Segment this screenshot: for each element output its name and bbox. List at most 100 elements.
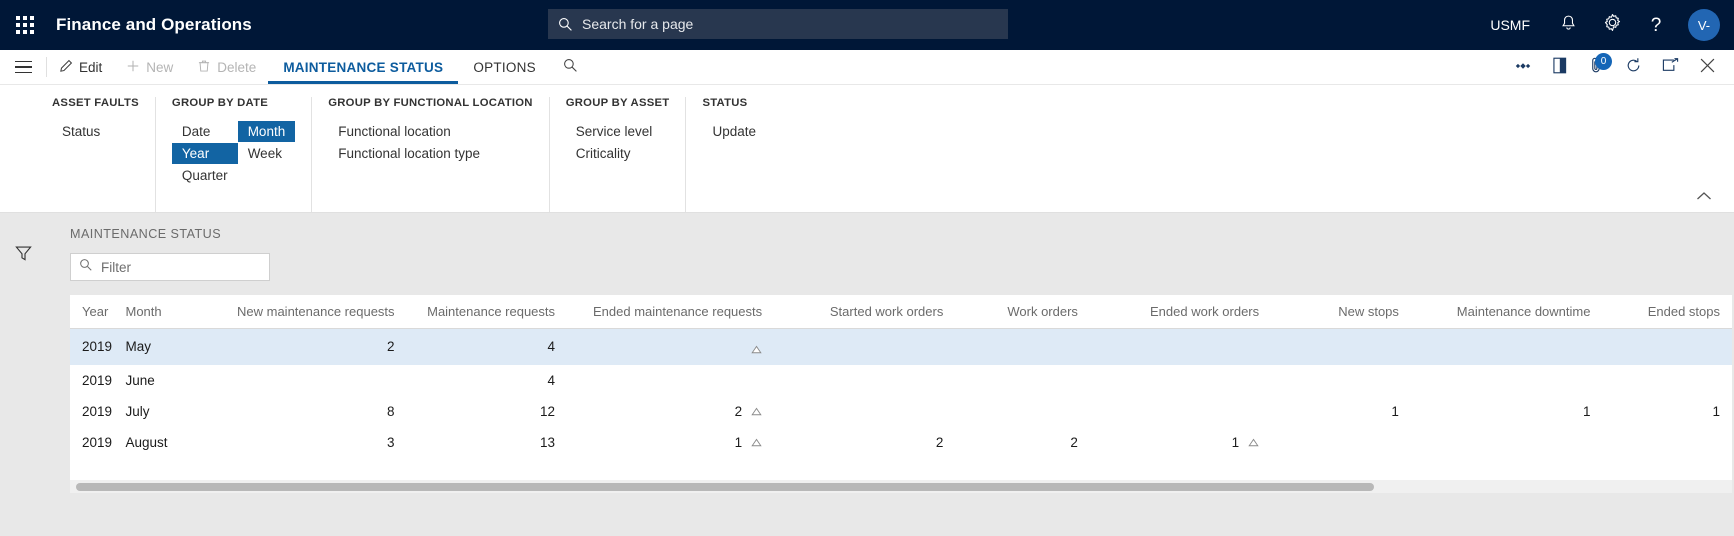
global-search-box[interactable]: Search for a page: [548, 9, 1008, 39]
cell-mr[interactable]: 4: [407, 365, 568, 396]
table-row[interactable]: 2019 August 3 13 1 2 2 1: [70, 427, 1732, 458]
column-header-new_mr[interactable]: New maintenance requests: [235, 295, 407, 329]
edit-button[interactable]: Edit: [47, 50, 114, 84]
help-button[interactable]: ?: [1634, 0, 1678, 50]
cell-month[interactable]: July: [113, 396, 235, 427]
action-pane-item-week[interactable]: Week: [238, 143, 296, 164]
column-header-end_st[interactable]: Ended stops: [1602, 295, 1732, 329]
tab-maintenance-status[interactable]: MAINTENANCE STATUS: [268, 50, 458, 84]
column-header-month[interactable]: Month: [113, 295, 236, 329]
action-pane-item-criticality[interactable]: Criticality: [566, 143, 663, 164]
cell-end_mr[interactable]: 2: [567, 396, 774, 427]
attachments-button[interactable]: 0: [1578, 50, 1615, 85]
cell-st_wo[interactable]: [774, 365, 955, 396]
column-header-st_wo[interactable]: Started work orders: [774, 295, 956, 329]
cell-end_mr[interactable]: 1: [567, 427, 774, 458]
table-row[interactable]: 2019 June 4: [70, 365, 1732, 396]
cell-wo[interactable]: [955, 365, 1090, 396]
table-row[interactable]: 2019 May 2 4: [70, 328, 1732, 365]
cell-end_wo[interactable]: [1089, 328, 1272, 365]
action-pane-item-year[interactable]: Year: [171, 143, 238, 164]
cell-downtm[interactable]: [1410, 328, 1603, 365]
cell-mr[interactable]: 12: [407, 396, 568, 427]
cell-new_st[interactable]: 1: [1271, 396, 1411, 427]
cell-year[interactable]: 2019: [70, 365, 113, 396]
action-pane-group-title: ASSET FAULTS: [52, 97, 139, 109]
close-page-button[interactable]: [1689, 50, 1726, 85]
cell-new_mr[interactable]: 3: [236, 427, 407, 458]
cell-wo[interactable]: [955, 328, 1090, 365]
notifications-button[interactable]: [1546, 0, 1590, 50]
column-header-mr[interactable]: Maintenance requests: [406, 295, 568, 329]
cell-downtm[interactable]: [1411, 427, 1603, 458]
action-pane-item-status[interactable]: Status: [52, 121, 110, 142]
cell-end_wo[interactable]: [1090, 396, 1271, 427]
top-nav-right-cluster: USMF ? V-: [1474, 0, 1734, 50]
action-pane-column: Functional location Functional location t…: [328, 121, 490, 165]
cell-wo[interactable]: [955, 396, 1090, 427]
action-pane-item-service-level[interactable]: Service level: [566, 121, 663, 142]
action-pane-item-quarter[interactable]: Quarter: [172, 165, 238, 186]
cell-end_st[interactable]: [1602, 328, 1732, 365]
navigation-menu-button[interactable]: [0, 50, 46, 84]
cell-new_mr[interactable]: [236, 365, 407, 396]
cell-new_st[interactable]: [1271, 427, 1411, 458]
column-header-wo[interactable]: Work orders: [955, 295, 1090, 329]
cell-st_wo[interactable]: 2: [774, 427, 955, 458]
cell-year[interactable]: 2019: [70, 328, 114, 365]
open-in-office-button[interactable]: [1541, 50, 1578, 85]
cell-end_wo[interactable]: 1: [1090, 427, 1271, 458]
filter-pane-toggle[interactable]: [14, 245, 32, 536]
cell-end_st[interactable]: [1602, 365, 1732, 396]
cell-new_mr[interactable]: 2: [235, 328, 407, 365]
app-launcher-button[interactable]: [0, 0, 50, 50]
cell-year[interactable]: 2019: [70, 427, 113, 458]
action-pane-item-functional-location[interactable]: Functional location: [328, 121, 490, 142]
command-search-button[interactable]: [551, 50, 590, 84]
cell-end_wo[interactable]: [1090, 365, 1271, 396]
column-header-downtm[interactable]: Maintenance downtime: [1410, 295, 1603, 329]
related-information-button[interactable]: [1504, 50, 1541, 85]
action-pane-item-month[interactable]: Month: [237, 121, 296, 142]
table-row[interactable]: 2019 July 8 12 2 1 1 1: [70, 396, 1732, 427]
action-pane-item-update[interactable]: Update: [702, 121, 766, 142]
cell-st_wo[interactable]: [774, 396, 955, 427]
column-header-new_st[interactable]: New stops: [1271, 295, 1411, 329]
tab-options[interactable]: OPTIONS: [458, 50, 551, 84]
action-pane-item-functional-location-type[interactable]: Functional location type: [328, 143, 490, 164]
cell-wo[interactable]: 2: [955, 427, 1090, 458]
column-header-end_wo[interactable]: Ended work orders: [1089, 295, 1272, 329]
column-header-year[interactable]: Year: [70, 295, 114, 329]
cell-end_mr[interactable]: [567, 365, 774, 396]
cell-month[interactable]: August: [113, 427, 235, 458]
cell-new_st[interactable]: [1271, 365, 1411, 396]
cell-year[interactable]: 2019: [70, 396, 113, 427]
action-pane-item-date[interactable]: Date: [172, 121, 238, 142]
cell-end_mr[interactable]: [567, 328, 775, 365]
cell-end_st[interactable]: 1: [1602, 396, 1732, 427]
popout-button[interactable]: [1652, 50, 1689, 85]
user-avatar[interactable]: V-: [1688, 9, 1720, 41]
cell-st_wo[interactable]: [774, 328, 956, 365]
cell-downtm[interactable]: [1411, 365, 1603, 396]
refresh-button[interactable]: [1615, 50, 1652, 85]
delete-button[interactable]: Delete: [185, 50, 268, 84]
cell-mr[interactable]: 13: [407, 427, 568, 458]
cell-new_mr[interactable]: 8: [236, 396, 407, 427]
cell-month[interactable]: May: [113, 328, 236, 365]
new-button[interactable]: New: [114, 50, 185, 84]
action-pane-group: GROUP BY DATE Date Year Quarter Month Week: [154, 97, 311, 212]
cell-new_st[interactable]: [1271, 328, 1411, 365]
grid-filter-box[interactable]: Filter: [70, 253, 270, 281]
cell-mr[interactable]: 4: [406, 328, 568, 365]
cell-month[interactable]: June: [113, 365, 235, 396]
action-pane-collapse-button[interactable]: [1696, 188, 1712, 206]
horizontal-scrollbar-thumb[interactable]: [76, 483, 1374, 491]
cell-downtm[interactable]: 1: [1411, 396, 1603, 427]
company-selector[interactable]: USMF: [1474, 17, 1546, 33]
maintenance-status-panel: MAINTENANCE STATUS Filter Year Month New m…: [70, 227, 1734, 493]
settings-button[interactable]: [1590, 0, 1634, 50]
column-header-end_mr[interactable]: Ended maintenance requests: [567, 295, 775, 329]
cell-end_st[interactable]: [1602, 427, 1732, 458]
horizontal-scrollbar[interactable]: [70, 480, 1732, 493]
